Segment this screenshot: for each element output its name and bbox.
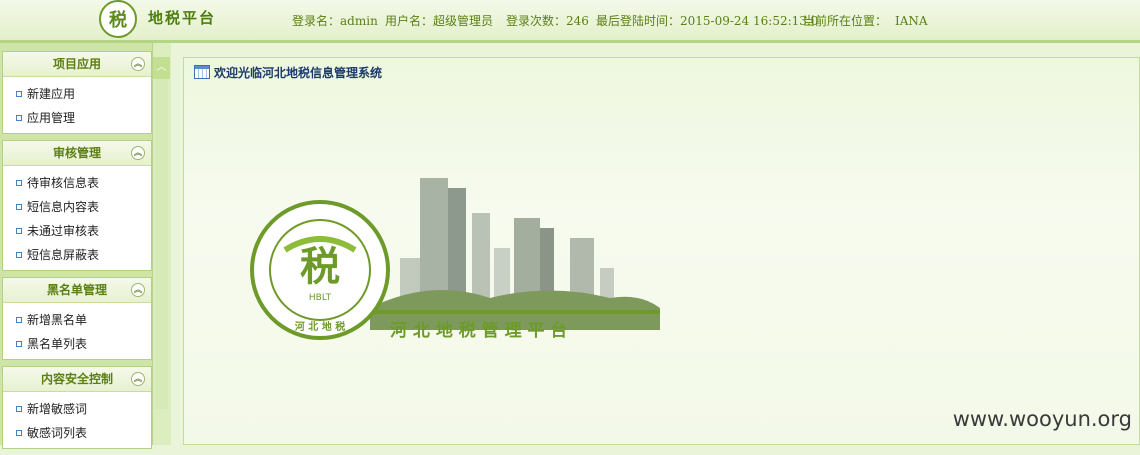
brand-title: 地税平台: [148, 9, 217, 27]
header-divider: [0, 40, 1140, 43]
last-login-value: 2015-09-24 16:52:13.0: [680, 14, 819, 28]
platform-banner: 税 HBLT 河 北 地 税 河 北 地 税 管 理 平 台: [250, 178, 660, 341]
menu-group-blacklist: 黑名单管理 ︽ 新增黑名单 黑名单列表: [2, 277, 152, 360]
username-label: 用户名：: [385, 14, 434, 28]
collapse-icon[interactable]: ︽: [131, 146, 145, 160]
menu-item-sensitive-words[interactable]: 敏感词列表: [3, 421, 151, 445]
watermark-text: www.wooyun.org: [952, 407, 1132, 431]
location-value: IANA: [895, 14, 928, 28]
bullet-icon: [16, 180, 22, 186]
login-count-value: 246: [566, 14, 589, 28]
tax-logo-icon: 税: [99, 0, 137, 38]
menu-item-label: 敏感词列表: [27, 426, 88, 440]
menu-item-new-app[interactable]: 新建应用: [3, 82, 151, 106]
bullet-icon: [16, 430, 22, 436]
menu-group-title: 黑名单管理: [46, 283, 107, 297]
scroll-up-icon[interactable]: ︿: [153, 57, 170, 79]
collapse-icon[interactable]: ︽: [131, 283, 145, 297]
login-count-info: 登录次数：246: [506, 12, 589, 29]
bullet-icon: [16, 204, 22, 210]
menu-group-header[interactable]: 内容安全控制 ︽: [3, 367, 151, 392]
tax-emblem-icon: 税 HBLT 河 北 地 税: [250, 200, 390, 340]
menu-item-label: 未通过审核表: [27, 224, 100, 238]
sidebar-menu: 项目应用 ︽ 新建应用 应用管理 审核管理 ︽ 待审核信息表 短信息内容表 未通…: [2, 51, 152, 455]
login-count-label: 登录次数：: [506, 14, 567, 28]
bullet-icon: [16, 252, 22, 258]
skyline-illustration: [370, 178, 660, 330]
username-value: 超级管理员: [433, 14, 494, 28]
menu-group-title: 项目应用: [52, 57, 101, 71]
emblem-glyph: 税: [300, 243, 340, 290]
last-login-info: 最后登陆时间：2015-09-24 16:52:13.0: [596, 12, 818, 29]
bullet-icon: [16, 406, 22, 412]
menu-item-label: 新增黑名单: [27, 313, 88, 327]
menu-group-header[interactable]: 项目应用 ︽: [3, 52, 151, 77]
location-label: 当前所在位置：: [803, 14, 888, 28]
menu-item-sms-content[interactable]: 短信息内容表: [3, 195, 151, 219]
emblem-code: HBLT: [309, 293, 332, 303]
menu-item-app-manage[interactable]: 应用管理: [3, 106, 151, 130]
main-panel: 欢迎光临河北地税信息管理系统 税 HBLT 河 北 地 税 河 北 地 税 管 …: [183, 57, 1140, 445]
collapse-icon[interactable]: ︽: [131, 372, 145, 386]
bullet-icon: [16, 341, 22, 347]
top-header: 税 地税平台 登录名：admin 用户名：超级管理员 登录次数：246 最后登陆…: [0, 0, 1140, 41]
last-login-label: 最后登陆时间：: [596, 14, 681, 28]
menu-group-content-security: 内容安全控制 ︽ 新增敏感词 敏感词列表: [2, 366, 152, 449]
menu-item-label: 新建应用: [27, 87, 76, 101]
menu-item-label: 待审核信息表: [27, 176, 100, 190]
menu-item-pending-audit[interactable]: 待审核信息表: [3, 171, 151, 195]
bullet-icon: [16, 91, 22, 97]
menu-group-audit: 审核管理 ︽ 待审核信息表 短信息内容表 未通过审核表 短信息屏蔽表: [2, 140, 152, 271]
scroll-thumb[interactable]: [155, 79, 168, 409]
menu-group-title: 审核管理: [52, 146, 101, 160]
location-info: 当前所在位置： IANA: [803, 12, 928, 29]
welcome-title: 欢迎光临河北地税信息管理系统: [194, 64, 382, 82]
bullet-icon: [16, 317, 22, 323]
menu-item-rejected[interactable]: 未通过审核表: [3, 219, 151, 243]
menu-item-label: 黑名单列表: [27, 337, 88, 351]
sidebar-scrollbar[interactable]: ︿: [152, 43, 171, 445]
menu-item-new-sensitive-word[interactable]: 新增敏感词: [3, 397, 151, 421]
menu-group-title: 内容安全控制: [40, 372, 113, 386]
sidebar: 项目应用 ︽ 新建应用 应用管理 审核管理 ︽ 待审核信息表 短信息内容表 未通…: [0, 43, 170, 449]
menu-item-label: 短信息内容表: [27, 200, 100, 214]
menu-item-label: 短信息屏蔽表: [27, 248, 100, 262]
emblem-ring-text: 河 北 地 税: [295, 320, 345, 333]
menu-item-new-blacklist[interactable]: 新增黑名单: [3, 308, 151, 332]
bullet-icon: [16, 228, 22, 234]
login-name-value: admin: [340, 14, 378, 28]
menu-group-project: 项目应用 ︽ 新建应用 应用管理: [2, 51, 152, 134]
menu-item-label: 新增敏感词: [27, 402, 88, 416]
welcome-text: 欢迎光临河北地税信息管理系统: [214, 66, 383, 80]
menu-group-header[interactable]: 黑名单管理 ︽: [3, 278, 151, 303]
bullet-icon: [16, 115, 22, 121]
menu-item-blacklist[interactable]: 黑名单列表: [3, 332, 151, 356]
login-name-info: 登录名：admin: [292, 12, 378, 29]
login-name-label: 登录名：: [292, 14, 341, 28]
logo-glyph: 税: [109, 10, 127, 31]
username-info: 用户名：超级管理员: [385, 12, 493, 29]
menu-item-sms-blocked[interactable]: 短信息屏蔽表: [3, 243, 151, 267]
menu-item-label: 应用管理: [27, 111, 76, 125]
collapse-icon[interactable]: ︽: [131, 57, 145, 71]
platform-name: 河 北 地 税 管 理 平 台: [390, 320, 567, 341]
table-icon: [194, 65, 210, 79]
menu-group-header[interactable]: 审核管理 ︽: [3, 141, 151, 166]
